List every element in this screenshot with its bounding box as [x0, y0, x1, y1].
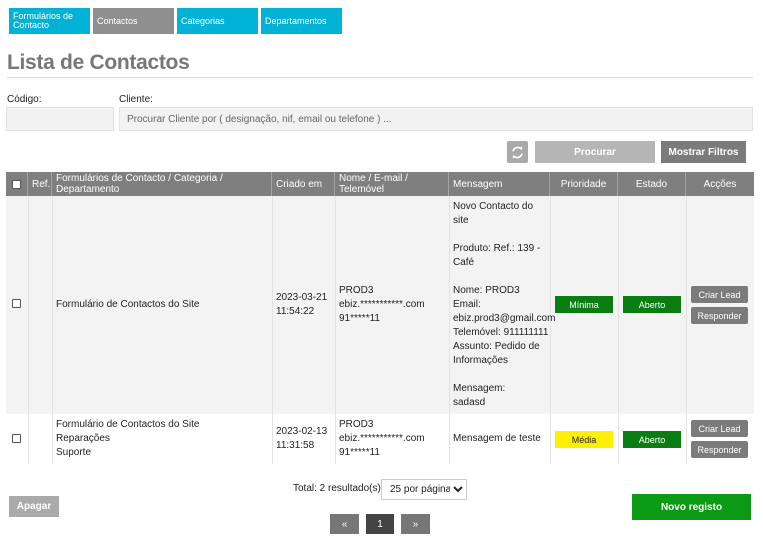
message-line: Mensagem:	[453, 383, 506, 394]
header-status[interactable]: Estado	[618, 172, 686, 196]
header-select-all-cell	[6, 172, 28, 196]
tab-contactos[interactable]: Contactos	[93, 8, 174, 34]
form-name: Formulário de Contactos do Site	[56, 419, 200, 430]
client-search-input[interactable]	[119, 107, 753, 131]
row-form: Formulário de Contactos do Site Reparaçõ…	[56, 418, 199, 460]
row-message: Mensagem de teste	[453, 433, 541, 444]
message-line: Telemóvel: 911111111	[453, 327, 549, 338]
row-created: 2023-03-21 11:54:22	[276, 291, 327, 319]
header-message[interactable]: Mensagem	[449, 172, 550, 196]
code-label: Código:	[7, 94, 42, 105]
header-form[interactable]: Formulários de Contacto / Categoria / De…	[52, 172, 272, 196]
row-checkbox[interactable]	[12, 299, 21, 308]
tab-formularios-contacto[interactable]: Formulários de Contacto	[9, 8, 90, 34]
message-line: ebiz.prod3@gmail.com	[453, 313, 556, 324]
prev-page-button[interactable]: «	[330, 514, 359, 534]
header-ref[interactable]: Ref.	[28, 172, 52, 196]
tab-departamentos[interactable]: Departamentos	[261, 8, 342, 34]
total-results: Total: 2 resultado(s)	[293, 483, 381, 494]
message-line: Nome: PROD3	[453, 285, 520, 296]
new-record-button[interactable]: Novo registo	[632, 494, 751, 520]
reply-button[interactable]: Responder	[691, 307, 748, 324]
message-line: Café	[453, 257, 475, 268]
created-time: 11:31:58	[276, 440, 315, 451]
delete-button[interactable]: Apagar	[9, 496, 59, 517]
message-line: Assunto: Pedido de	[453, 341, 540, 352]
show-filters-button[interactable]: Mostrar Filtros	[661, 141, 746, 163]
refresh-button[interactable]	[507, 141, 528, 163]
created-time: 11:54:22	[276, 306, 315, 317]
priority-badge: Mínima	[555, 296, 613, 313]
contact-phone: 91*****11	[339, 447, 380, 458]
status-badge: Aberto	[623, 431, 681, 448]
search-button[interactable]: Procurar	[535, 141, 655, 163]
header-contact[interactable]: Nome / E-mail / Telemóvel	[335, 172, 449, 196]
message-line: sadasd	[453, 397, 486, 408]
create-lead-button[interactable]: Criar Lead	[691, 420, 748, 437]
refresh-icon	[512, 145, 523, 159]
contact-email: ebiz.***********.com	[339, 433, 425, 444]
select-all-checkbox[interactable]	[12, 179, 21, 189]
reply-button[interactable]: Responder	[691, 441, 748, 458]
title-divider	[7, 77, 753, 78]
create-lead-button[interactable]: Criar Lead	[691, 286, 748, 303]
created-date: 2023-03-21	[276, 292, 328, 303]
row-checkbox[interactable]	[12, 434, 21, 443]
status-badge: Aberto	[623, 296, 681, 313]
message-line: Email:	[453, 299, 481, 310]
row-form: Formulário de Contactos do Site	[56, 299, 200, 310]
table-row: Formulário de Contactos do Site Reparaçõ…	[6, 414, 754, 464]
table-row: Formulário de Contactos do Site 2023-03-…	[6, 196, 754, 414]
row-contact: PROD3 ebiz.***********.com 91*****11	[339, 284, 425, 326]
category-name: Reparações	[56, 433, 110, 444]
header-priority[interactable]: Prioridade	[550, 172, 618, 196]
priority-badge: Média	[555, 431, 613, 448]
per-page-select[interactable]: 25 por página	[381, 479, 467, 500]
next-page-button[interactable]: »	[401, 514, 430, 534]
message-line: Produto: Ref.: 139 -	[453, 243, 541, 254]
message-line: Novo Contacto do site	[453, 201, 534, 226]
row-message: Novo Contacto do site Produto: Ref.: 139…	[453, 200, 556, 410]
contact-name: PROD3	[339, 419, 374, 430]
header-actions: Acções	[686, 172, 754, 196]
client-label: Cliente:	[119, 94, 153, 105]
tab-categorias[interactable]: Categorias	[177, 8, 258, 34]
code-input[interactable]	[6, 107, 114, 131]
top-tabs: Formulários de Contacto Contactos Catego…	[9, 8, 342, 34]
department-name: Suporte	[56, 447, 92, 458]
header-created[interactable]: Criado em	[272, 172, 335, 196]
message-line: Informações	[453, 355, 509, 366]
contact-name: PROD3	[339, 285, 374, 296]
contact-phone: 91*****11	[339, 313, 380, 324]
page-title: Lista de Contactos	[7, 51, 190, 74]
contact-email: ebiz.***********.com	[339, 299, 425, 310]
row-created: 2023-02-13 11:31:58	[276, 425, 327, 453]
created-date: 2023-02-13	[276, 426, 328, 437]
row-contact: PROD3 ebiz.***********.com 91*****11	[339, 418, 425, 460]
page-1-button[interactable]: 1	[366, 514, 394, 534]
